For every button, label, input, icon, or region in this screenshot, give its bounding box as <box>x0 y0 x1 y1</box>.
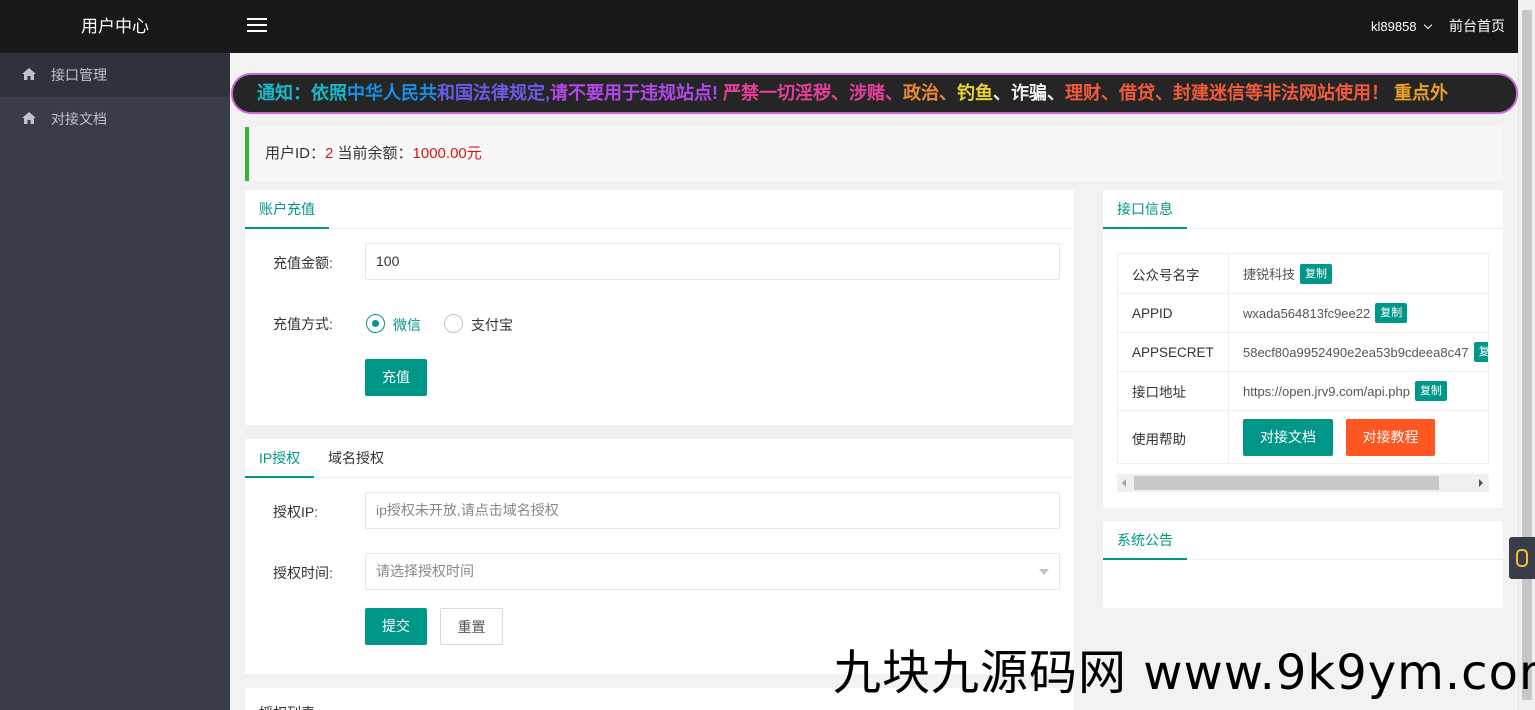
notice-text: 通知：依照中华人民共和国法律规定,请不要用于违规站点! 严禁一切淫秽、涉赌、政治… <box>257 75 1448 112</box>
tutorial-button[interactable]: 对接教程 <box>1346 419 1435 456</box>
radio-wechat-label: 微信 <box>393 317 421 333</box>
auth-time-select[interactable]: 请选择授权时间 <box>365 553 1060 590</box>
notice-part: 请不要用于违规站点! <box>550 83 719 103</box>
radio-unchecked-icon <box>444 314 463 333</box>
recharge-card: 账户充值 充值金额: 100 充值方式: 微信 支付宝 充值 <box>245 190 1074 425</box>
balance-value: 1000.00元 <box>412 145 482 162</box>
row-value-text: wxada564813fc9ee22 <box>1243 305 1371 321</box>
row-value: 捷锐科技 复制 <box>1243 254 1333 293</box>
radio-wechat[interactable]: 微信 <box>366 314 426 334</box>
copy-button[interactable]: 复制 <box>1375 303 1408 323</box>
sidebar-item-docs[interactable]: 对接文档 <box>0 97 230 141</box>
auth-time-placeholder: 请选择授权时间 <box>376 563 474 579</box>
amount-label: 充值金额: <box>273 255 333 271</box>
row-value-text: https://open.jrv9.com/api.php <box>1243 383 1410 399</box>
notice-part: 中华人民共 <box>347 83 437 103</box>
notice-part: 、诈骗、 <box>993 83 1066 103</box>
notice-part: 钓鱼 <box>957 83 994 103</box>
submit-button[interactable]: 提交 <box>365 608 427 645</box>
doc-button[interactable]: 对接文档 <box>1243 419 1333 456</box>
row-value: 58ecf80a9952490e2ea53b9cdeea8c47复制 <box>1243 333 1488 371</box>
radio-checked-icon <box>366 314 385 333</box>
notice-part: 理财、借贷、封建迷信等非法网站使用！ <box>1065 83 1390 103</box>
row-value-text: 58ecf80a9952490e2ea53b9cdeea8c47 <box>1243 344 1469 360</box>
tab-auth-list[interactable]: 授权列表 <box>259 694 315 710</box>
notice-part: 严禁一切淫秽、涉赌、 <box>718 83 904 103</box>
notice-part: 重点外 <box>1389 83 1449 103</box>
table-row: APPID wxada564813fc9ee22 复制 <box>1118 294 1488 333</box>
mouse-icon <box>1516 549 1528 567</box>
notice-part: 通知：依照 <box>257 83 347 103</box>
sidebar-item-label: 接口管理 <box>51 67 107 83</box>
row-value: wxada564813fc9ee22 复制 <box>1243 294 1408 332</box>
row-key: APPID <box>1118 294 1229 332</box>
notice-banner: 通知：依照中华人民共和国法律规定,请不要用于违规站点! 严禁一切淫秽、涉赌、政治… <box>231 73 1518 114</box>
side-tool-button[interactable] <box>1509 537 1535 579</box>
tab-domain-auth[interactable]: 域名授权 <box>328 439 384 478</box>
recharge-button[interactable]: 充值 <box>365 359 427 396</box>
ip-label: 授权IP: <box>273 504 319 520</box>
auth-time-label: 授权时间: <box>273 565 333 581</box>
chevron-down-icon <box>1423 20 1432 30</box>
scroll-thumb[interactable] <box>1522 10 1532 700</box>
table-row: APPSECRET 58ecf80a9952490e2ea53b9cdeea8c… <box>1118 333 1488 372</box>
radio-alipay-label: 支付宝 <box>471 317 513 333</box>
username: kl89858 <box>1371 19 1417 34</box>
radio-alipay[interactable]: 支付宝 <box>444 314 514 334</box>
sidebar: 接口管理 对接文档 <box>0 53 230 710</box>
vertical-scrollbar[interactable] <box>1518 0 1535 710</box>
user-id-label: 用户ID： <box>265 145 326 162</box>
ip-input[interactable]: ip授权未开放,请点击域名授权 <box>365 492 1060 529</box>
scroll-right-icon[interactable] <box>1479 479 1483 487</box>
auth-card: IP授权 域名授权 授权IP: ip授权未开放,请点击域名授权 授权时间: 请选… <box>245 439 1074 674</box>
copy-button[interactable]: 复制 <box>1300 263 1333 284</box>
reset-button[interactable]: 重置 <box>440 608 503 645</box>
announcement-card: 系统公告 <box>1103 521 1503 608</box>
dropdown-arrow-icon <box>1039 569 1049 575</box>
top-header: 用户中心 kl89858 前台首页 <box>0 0 1518 53</box>
scroll-left-icon[interactable] <box>1122 479 1126 487</box>
tab-announcement[interactable]: 系统公告 <box>1103 521 1187 560</box>
watermark: 九块九源码网 www.9k9ym.com <box>833 645 1535 701</box>
user-info-bar: 用户ID：2 当前余额：1000.00元 <box>245 127 1503 181</box>
home-icon <box>22 112 36 124</box>
menu-toggle-icon[interactable] <box>247 18 267 34</box>
sidebar-item-label: 对接文档 <box>51 111 107 127</box>
copy-button[interactable]: 复制 <box>1414 381 1447 401</box>
user-menu[interactable]: kl89858 <box>1371 0 1432 53</box>
row-key: 接口地址 <box>1118 372 1229 410</box>
horizontal-scrollbar[interactable] <box>1117 474 1489 492</box>
tab-api-info[interactable]: 接口信息 <box>1103 190 1187 229</box>
amount-input[interactable]: 100 <box>365 243 1060 280</box>
home-icon <box>22 68 36 80</box>
row-key: 公众号名字 <box>1118 254 1229 293</box>
row-key: APPSECRET <box>1118 333 1229 371</box>
balance-label: 当前余额： <box>333 145 413 162</box>
copy-button[interactable]: 复制 <box>1473 342 1488 362</box>
row-value: https://open.jrv9.com/api.php 复制 <box>1243 372 1447 410</box>
table-row: 公众号名字 捷锐科技 复制 <box>1118 254 1488 294</box>
tab-recharge[interactable]: 账户充值 <box>245 190 329 229</box>
row-key: 使用帮助 <box>1118 411 1229 463</box>
row-value-text: 捷锐科技 <box>1243 267 1296 282</box>
tab-ip-auth[interactable]: IP授权 <box>245 439 315 478</box>
scroll-thumb[interactable] <box>1134 476 1439 490</box>
method-label: 充值方式: <box>273 316 333 332</box>
table-row: 接口地址 https://open.jrv9.com/api.php 复制 <box>1118 372 1488 411</box>
home-link[interactable]: 前台首页 <box>1449 0 1505 53</box>
notice-part: 和国法律规定, <box>437 83 551 103</box>
sidebar-item-api-management[interactable]: 接口管理 <box>0 53 230 97</box>
app-title: 用户中心 <box>81 17 149 36</box>
notice-part: 政治、 <box>903 83 958 103</box>
